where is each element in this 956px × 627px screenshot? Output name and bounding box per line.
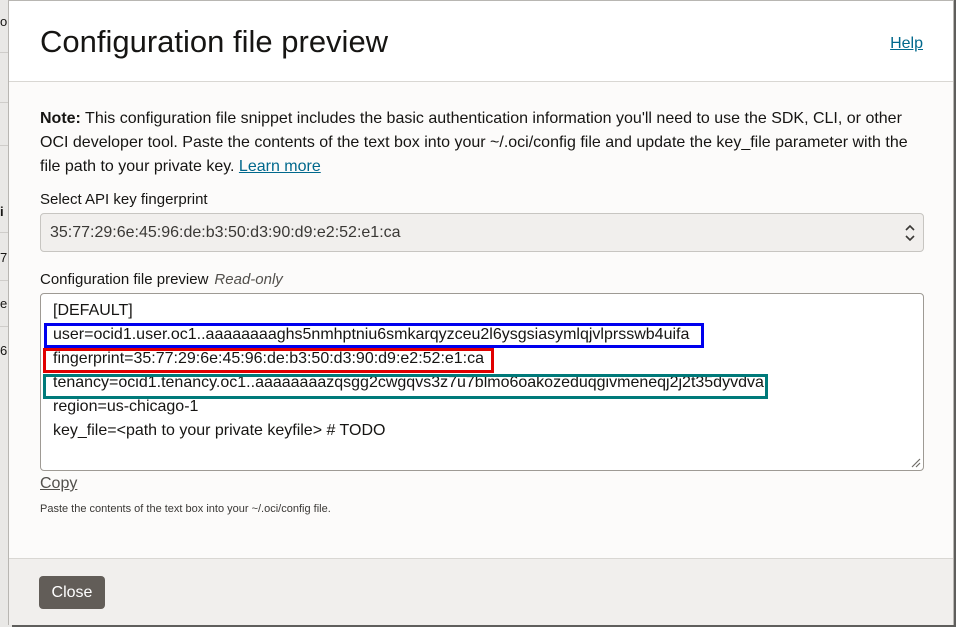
note-paragraph: Note: This configuration file snippet in…: [40, 107, 924, 179]
config-preview-textarea[interactable]: [DEFAULT] user=ocid1.user.oc1..aaaaaaaag…: [40, 293, 924, 471]
config-preview-label-text: Configuration file preview: [40, 271, 209, 288]
config-preview-label: Configuration file preview Read-only: [40, 271, 283, 288]
background-text: e: [0, 296, 8, 311]
dialog-header: Configuration file preview Help: [9, 1, 953, 82]
tenancy-highlight-box: [43, 374, 768, 399]
background-text: 7: [0, 250, 8, 265]
config-line-key-file: key_file=<path to your private keyfile> …: [53, 422, 386, 439]
resize-grip-icon[interactable]: [911, 458, 921, 468]
note-text: This configuration file snippet includes…: [40, 110, 908, 175]
dialog-title: Configuration file preview: [40, 24, 389, 59]
note-label: Note:: [40, 110, 81, 127]
copy-helper-text: Paste the contents of the text box into …: [40, 503, 331, 515]
background-text: 6: [0, 343, 8, 358]
user-highlight-box: [44, 323, 704, 348]
close-button[interactable]: Close: [39, 576, 105, 609]
readonly-tag: Read-only: [214, 271, 283, 288]
chevron-up-down-icon: [905, 224, 915, 242]
fingerprint-select[interactable]: 35:77:29:6e:45:96:de:b3:50:d3:90:d9:e2:5…: [40, 213, 924, 252]
fingerprint-select-label: Select API key fingerprint: [40, 191, 208, 208]
copy-link[interactable]: Copy: [40, 475, 77, 493]
config-line-default: [DEFAULT]: [53, 302, 133, 319]
background-text: i: [0, 204, 4, 219]
learn-more-link[interactable]: Learn more: [239, 158, 321, 175]
fingerprint-select-value: 35:77:29:6e:45:96:de:b3:50:d3:90:d9:e2:5…: [50, 224, 401, 241]
config-preview-dialog: Configuration file preview Help Note: Th…: [8, 0, 954, 625]
dialog-footer: Close: [9, 558, 953, 625]
config-line-region: region=us-chicago-1: [53, 398, 199, 415]
help-link[interactable]: Help: [890, 35, 923, 53]
fingerprint-highlight-box: [43, 348, 494, 373]
